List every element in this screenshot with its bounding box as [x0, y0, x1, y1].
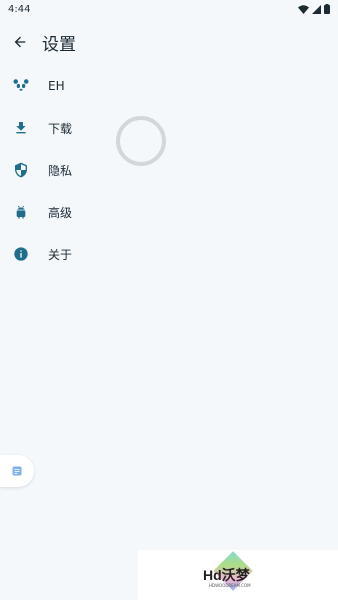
signal-icon — [312, 4, 321, 14]
app-bar: 设置 — [0, 24, 338, 60]
wifi-icon — [298, 4, 309, 14]
menu-item-download[interactable]: 下载 — [0, 107, 338, 149]
menu-label-advanced: 高级 — [48, 205, 73, 220]
menu-label-about: 关于 — [48, 247, 73, 262]
status-time: 4:44 — [8, 3, 31, 15]
note-icon — [12, 466, 22, 476]
watermark-inner: Hd沃梦 HDWOODREAM.COM — [203, 551, 273, 595]
download-icon — [12, 119, 30, 137]
settings-menu: EH 下载 隐私 高级 关于 — [0, 65, 338, 275]
floating-side-tab[interactable] — [0, 455, 34, 487]
menu-item-advanced[interactable]: 高级 — [0, 191, 338, 233]
menu-label-eh: EH — [48, 79, 65, 93]
menu-label-privacy: 隐私 — [48, 163, 73, 178]
watermark-subtext: HDWOODREAM.COM — [209, 583, 251, 588]
status-icons — [298, 4, 330, 14]
battery-icon — [324, 4, 330, 14]
info-icon — [12, 245, 30, 263]
shield-icon — [12, 161, 30, 179]
android-icon — [12, 203, 30, 221]
status-bar: 4:44 — [0, 0, 338, 18]
menu-item-about[interactable]: 关于 — [0, 233, 338, 275]
watermark-text: Hd沃梦 — [203, 567, 250, 583]
back-button[interactable] — [0, 24, 40, 60]
menu-label-download: 下载 — [48, 121, 73, 136]
panda-icon — [12, 77, 30, 95]
loading-spinner — [116, 116, 166, 166]
menu-item-eh[interactable]: EH — [0, 65, 338, 107]
page-title: 设置 — [42, 34, 76, 55]
menu-item-privacy[interactable]: 隐私 — [0, 149, 338, 191]
watermark-logo: Hd沃梦 HDWOODREAM.COM — [138, 550, 338, 600]
arrow-back-icon — [14, 36, 26, 48]
